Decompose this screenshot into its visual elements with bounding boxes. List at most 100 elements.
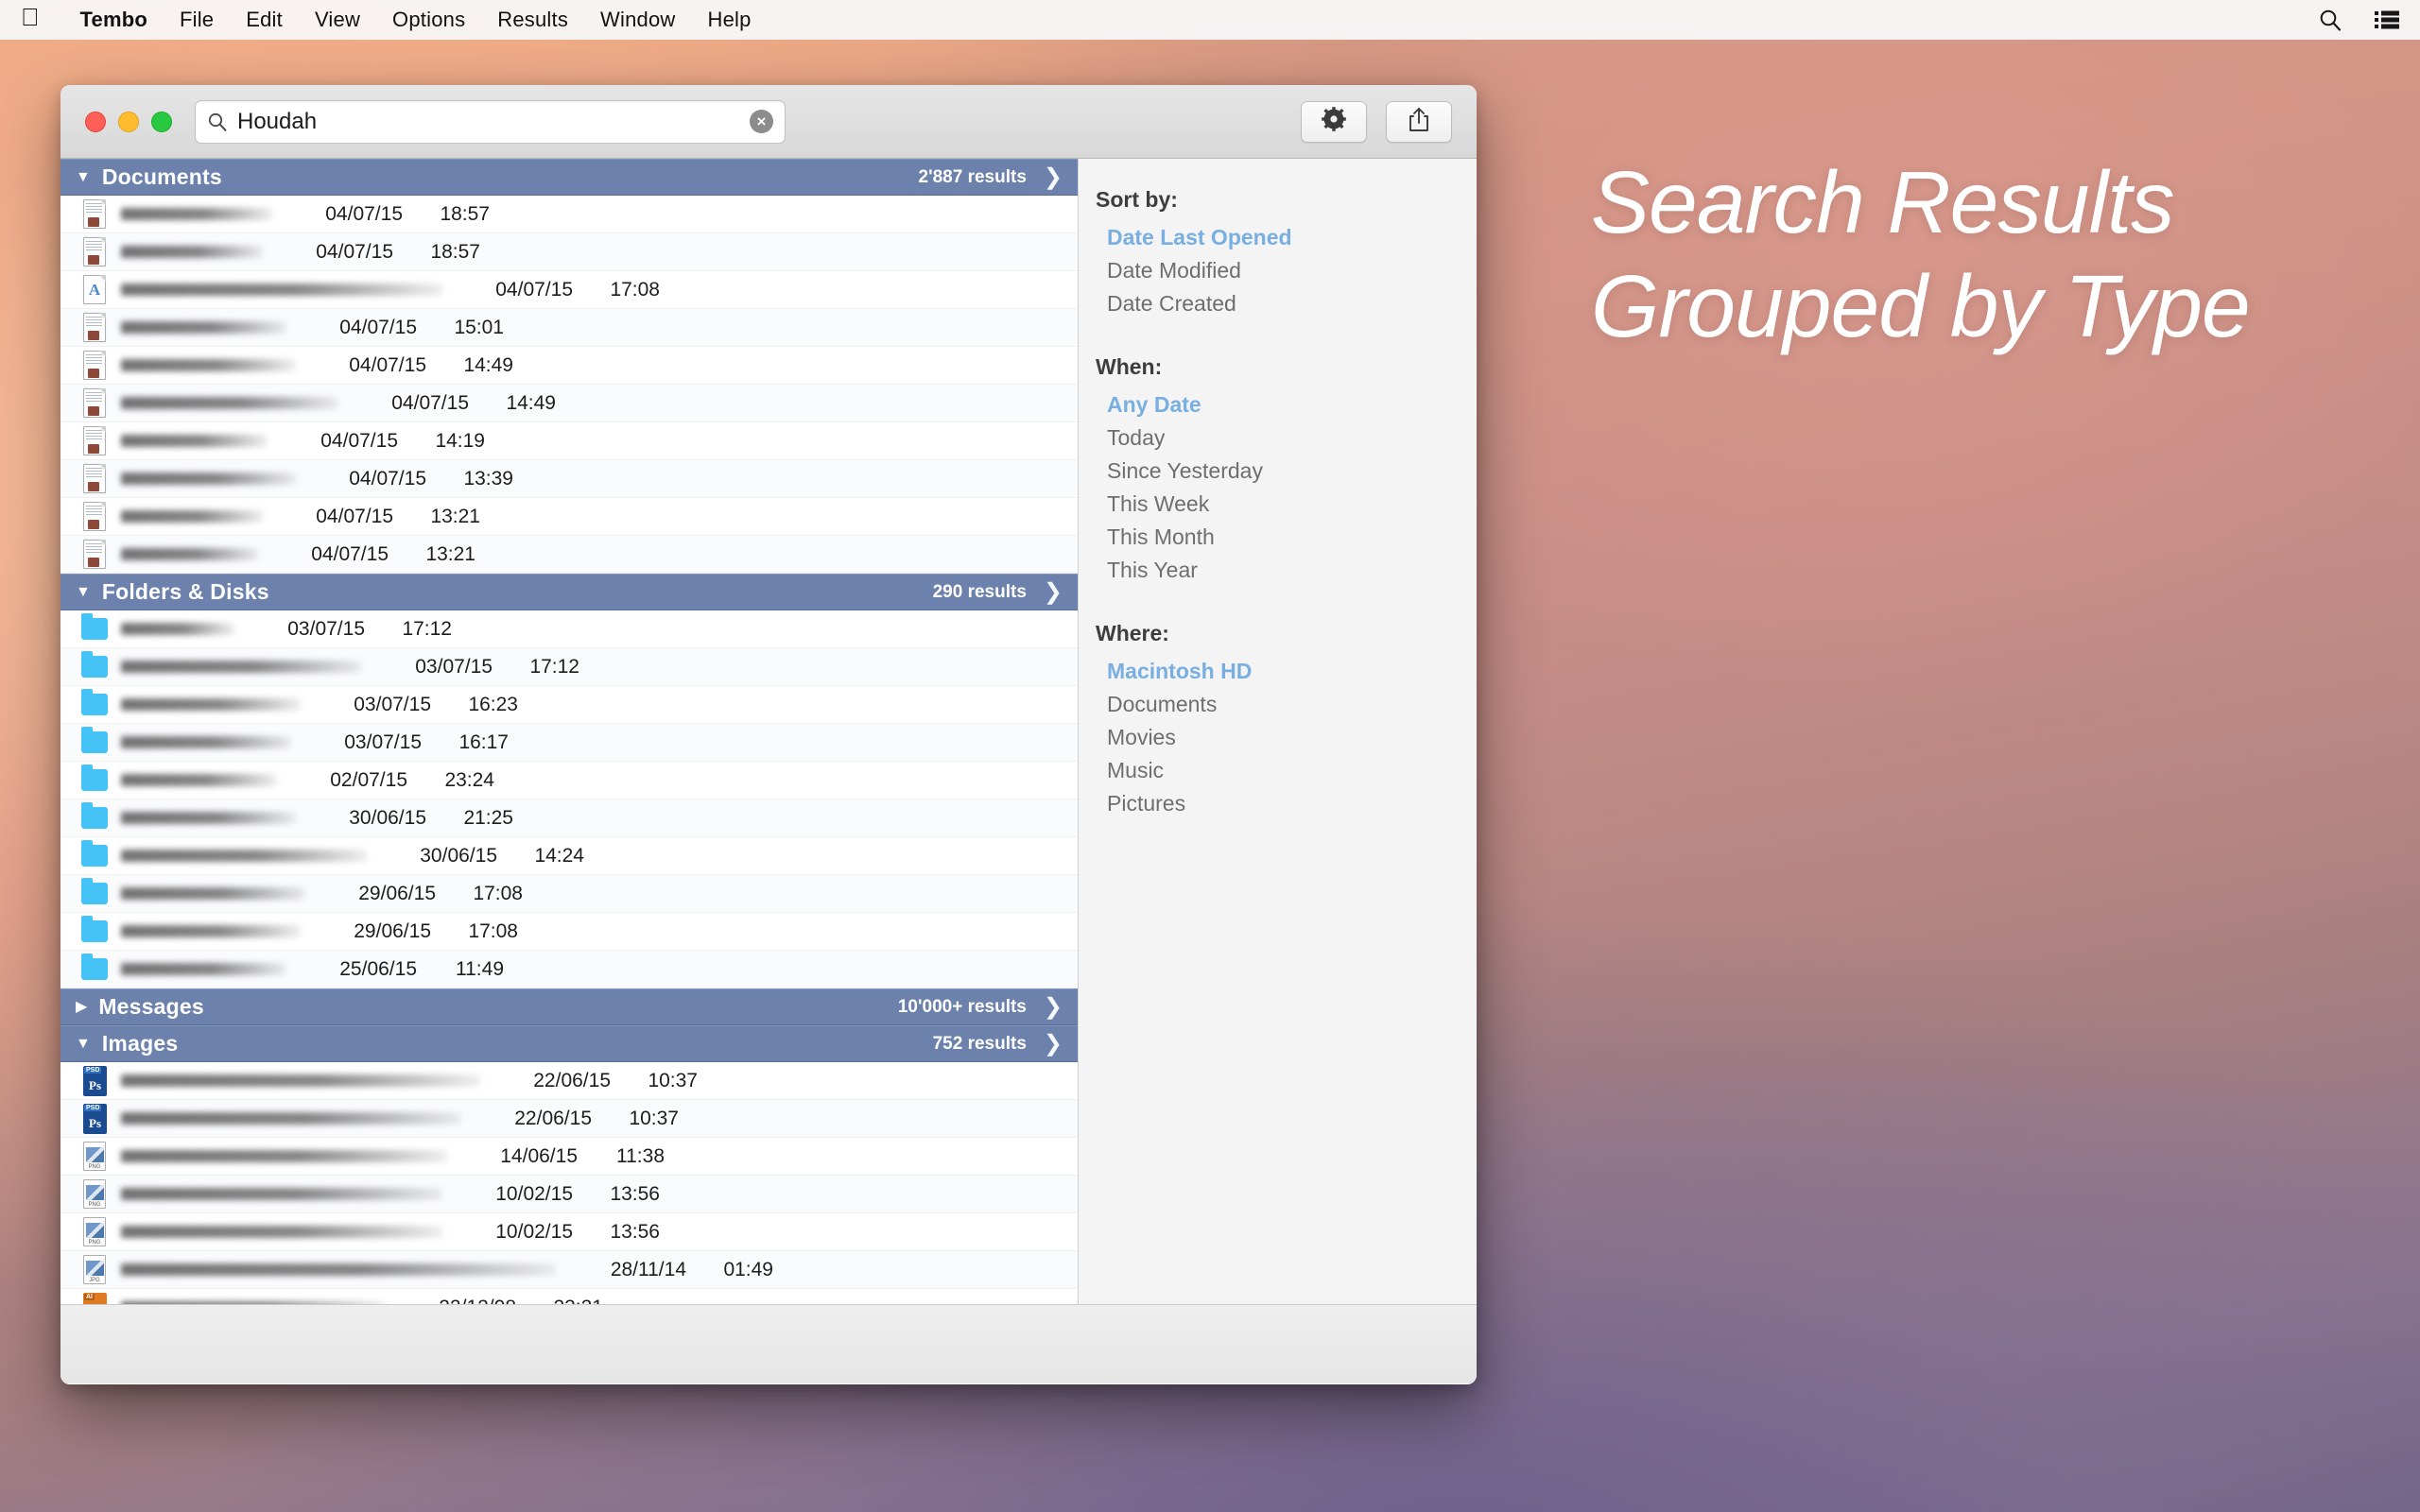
result-row[interactable]: 04/07/1518:57 xyxy=(60,233,1078,271)
result-row[interactable]: 30/06/1514:24 xyxy=(60,837,1078,875)
group-title: Folders & Disks xyxy=(102,579,269,605)
search-input[interactable]: Houdah xyxy=(237,109,750,135)
settings-button[interactable] xyxy=(1301,101,1367,143)
result-row[interactable]: 03/07/1517:12 xyxy=(60,648,1078,686)
clear-icon[interactable]: × xyxy=(750,110,773,133)
result-time: 13:39 xyxy=(426,468,513,490)
document-icon xyxy=(79,425,110,457)
document-icon xyxy=(79,350,110,382)
result-row[interactable]: A04/07/1517:08 xyxy=(60,271,1078,309)
zoom-button[interactable] xyxy=(151,112,172,132)
folder-icon xyxy=(79,840,110,872)
inspector-option-music[interactable]: Music xyxy=(1096,754,1477,787)
result-time: 14:49 xyxy=(469,392,556,415)
result-time: 23:24 xyxy=(407,769,494,792)
inspector-option-today[interactable]: Today xyxy=(1096,421,1477,455)
result-row[interactable]: 03/07/1517:12 xyxy=(60,610,1078,648)
menu-item-options[interactable]: Options xyxy=(376,8,481,32)
result-row[interactable]: 25/06/1511:49 xyxy=(60,951,1078,988)
result-file-name xyxy=(121,321,286,334)
result-row[interactable]: 04/07/1518:57 xyxy=(60,196,1078,233)
result-row[interactable]: 04/07/1513:39 xyxy=(60,460,1078,498)
result-row[interactable]: PNG10/02/1513:56 xyxy=(60,1213,1078,1251)
group-header-messages[interactable]: ▶Messages10'000+ results❯ xyxy=(60,988,1078,1025)
status-bar xyxy=(60,1304,1477,1383)
gear-icon xyxy=(1322,107,1346,136)
menu-item-file[interactable]: File xyxy=(164,8,230,32)
result-file-name xyxy=(121,1263,556,1276)
document-icon xyxy=(79,501,110,533)
result-row[interactable]: 04/07/1513:21 xyxy=(60,498,1078,536)
chevron-right-icon[interactable]: ❯ xyxy=(1044,993,1063,1021)
result-date: 04/07/15 xyxy=(277,543,389,566)
inspector-option-this-year[interactable]: This Year xyxy=(1096,554,1477,587)
result-date: 22/12/08 xyxy=(405,1297,516,1305)
inspector-option-this-week[interactable]: This Week xyxy=(1096,488,1477,521)
group-title: Messages xyxy=(98,994,204,1020)
result-file-name xyxy=(121,1301,386,1304)
result-row[interactable]: AIAi22/12/0823:21 xyxy=(60,1289,1078,1304)
menu-item-edit[interactable]: Edit xyxy=(230,8,299,32)
menu-item-help[interactable]: Help xyxy=(691,8,767,32)
close-button[interactable] xyxy=(85,112,106,132)
result-time: 21:25 xyxy=(426,807,513,830)
group-header-folders-disks[interactable]: ▼Folders & Disks290 results❯ xyxy=(60,574,1078,610)
result-row[interactable]: 03/07/1516:17 xyxy=(60,724,1078,762)
chevron-right-icon[interactable]: ❯ xyxy=(1044,1030,1063,1057)
notification-center-icon[interactable] xyxy=(2375,9,2399,30)
inspector-option-date-created[interactable]: Date Created xyxy=(1096,287,1477,320)
result-row[interactable]: 30/06/1521:25 xyxy=(60,799,1078,837)
result-row[interactable]: 04/07/1515:01 xyxy=(60,309,1078,347)
result-time: 17:08 xyxy=(431,920,518,943)
result-row[interactable]: PSDPs22/06/1510:37 xyxy=(60,1100,1078,1138)
inspector-option-this-month[interactable]: This Month xyxy=(1096,521,1477,554)
result-row[interactable]: 03/07/1516:23 xyxy=(60,686,1078,724)
result-row[interactable]: 02/07/1523:24 xyxy=(60,762,1078,799)
menu-item-view[interactable]: View xyxy=(299,8,376,32)
inspector-option-macintosh-hd[interactable]: Macintosh HD xyxy=(1096,655,1477,688)
menu-item-window[interactable]: Window xyxy=(584,8,691,32)
disclosure-triangle-icon[interactable]: ▼ xyxy=(76,170,91,185)
result-row[interactable]: 29/06/1517:08 xyxy=(60,913,1078,951)
result-row[interactable]: 29/06/1517:08 xyxy=(60,875,1078,913)
disclosure-triangle-icon[interactable]: ▼ xyxy=(76,1037,91,1052)
result-row[interactable]: 04/07/1513:21 xyxy=(60,536,1078,574)
group-header-images[interactable]: ▼Images752 results❯ xyxy=(60,1025,1078,1062)
inspector-option-movies[interactable]: Movies xyxy=(1096,721,1477,754)
result-file-name xyxy=(121,1150,447,1162)
section-gap xyxy=(1096,320,1477,354)
group-header-documents[interactable]: ▼Documents2'887 results❯ xyxy=(60,159,1078,196)
result-row[interactable]: 04/07/1514:49 xyxy=(60,385,1078,422)
chevron-right-icon[interactable]: ❯ xyxy=(1044,163,1063,191)
inspector-option-pictures[interactable]: Pictures xyxy=(1096,787,1477,820)
inspector-option-any-date[interactable]: Any Date xyxy=(1096,388,1477,421)
menu-item-results[interactable]: Results xyxy=(481,8,584,32)
result-time: 18:57 xyxy=(393,241,480,264)
search-field[interactable]: Houdah × xyxy=(195,100,786,144)
result-row[interactable]: PNG10/02/1513:56 xyxy=(60,1176,1078,1213)
inspector-option-documents[interactable]: Documents xyxy=(1096,688,1477,721)
result-row[interactable]: JPG28/11/1401:49 xyxy=(60,1251,1078,1289)
spotlight-search-icon[interactable] xyxy=(2318,8,2342,32)
disclosure-triangle-icon[interactable]: ▼ xyxy=(76,585,91,600)
result-row[interactable]: PNG14/06/1511:38 xyxy=(60,1138,1078,1176)
apple-menu-icon[interactable]:  xyxy=(21,5,40,29)
share-button[interactable] xyxy=(1386,101,1452,143)
minimize-button[interactable] xyxy=(118,112,139,132)
chevron-right-icon[interactable]: ❯ xyxy=(1044,578,1063,606)
result-time: 13:21 xyxy=(393,506,480,528)
result-row[interactable]: 04/07/1514:19 xyxy=(60,422,1078,460)
menu-item-app[interactable]: Tembo xyxy=(64,8,164,32)
menu-bar:  Tembo File Edit View Options Results W… xyxy=(0,0,2420,40)
inspector-option-since-yesterday[interactable]: Since Yesterday xyxy=(1096,455,1477,488)
result-row[interactable]: 04/07/1514:49 xyxy=(60,347,1078,385)
result-date: 03/07/15 xyxy=(381,656,493,679)
folder-icon xyxy=(79,689,110,721)
inspector-option-date-last-opened[interactable]: Date Last Opened xyxy=(1096,221,1477,254)
disclosure-triangle-icon[interactable]: ▶ xyxy=(76,1000,87,1015)
results-list[interactable]: ▼Documents2'887 results❯04/07/1518:5704/… xyxy=(60,159,1079,1304)
result-date: 04/07/15 xyxy=(282,506,393,528)
traffic-light-group xyxy=(85,112,172,132)
result-row[interactable]: PSDPs22/06/1510:37 xyxy=(60,1062,1078,1100)
inspector-option-date-modified[interactable]: Date Modified xyxy=(1096,254,1477,287)
